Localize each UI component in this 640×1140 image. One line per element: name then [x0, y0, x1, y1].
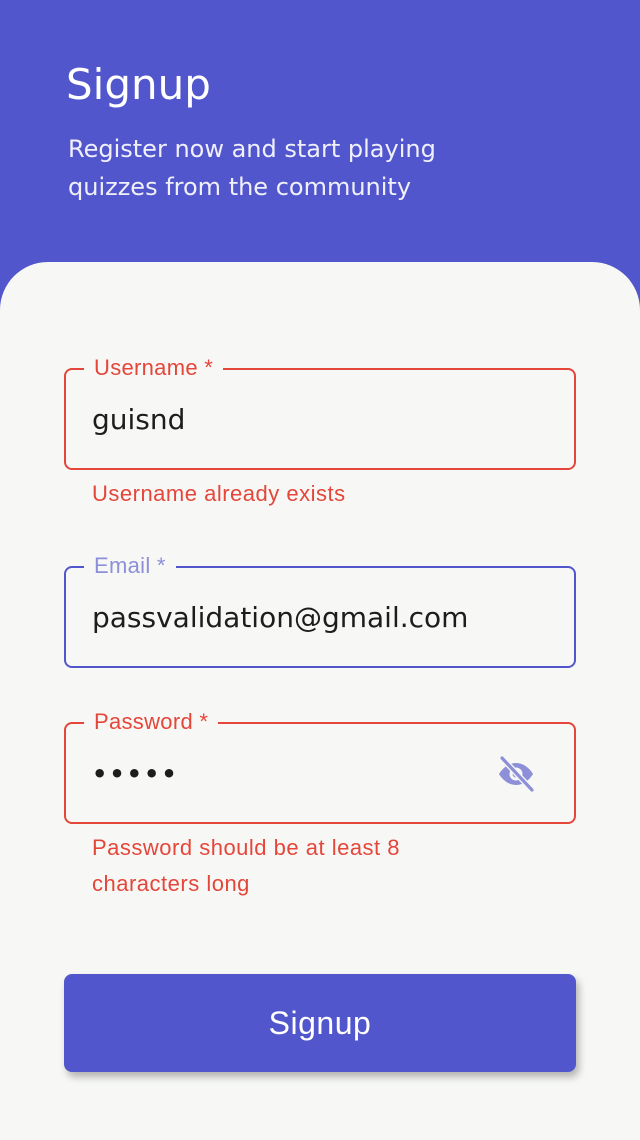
- signup-button[interactable]: Signup: [64, 974, 576, 1072]
- page-subtitle: Register now and start playing quizzes f…: [68, 135, 436, 201]
- password-field[interactable]: Password * •••••: [64, 705, 576, 824]
- email-field[interactable]: Email * passvalidation@gmail.com: [64, 549, 576, 668]
- email-label: Email *: [84, 549, 176, 583]
- eye-off-icon[interactable]: [494, 754, 538, 794]
- header: Signup Register now and start playing qu…: [0, 0, 640, 300]
- username-label: Username *: [84, 351, 224, 385]
- page-title: Signup: [66, 60, 211, 109]
- password-input[interactable]: •••••: [92, 754, 179, 794]
- username-error: Username already exists: [92, 481, 346, 506]
- username-input[interactable]: guisnd: [92, 400, 185, 440]
- email-input[interactable]: passvalidation@gmail.com: [92, 598, 468, 638]
- password-error: Password should be at least 8 characters…: [92, 835, 401, 896]
- password-label: Password *: [84, 705, 219, 739]
- username-field[interactable]: Username * guisnd: [64, 351, 576, 470]
